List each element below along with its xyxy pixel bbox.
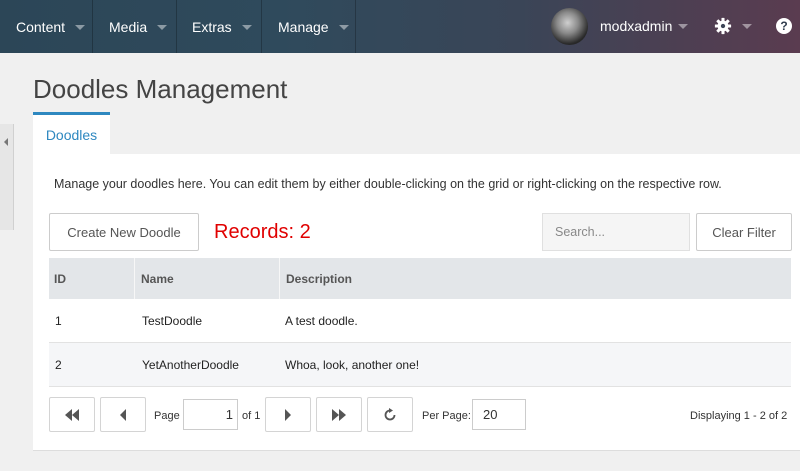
chevron-down-icon — [338, 25, 349, 30]
main-panel: Manage your doodles here. You can edit t… — [33, 154, 800, 451]
cell-name: TestDoodle — [142, 313, 203, 328]
nav-item-media[interactable]: Media — [93, 0, 177, 53]
chevron-down-icon — [157, 25, 168, 30]
displaying-summary: Displaying 1 - 2 of 2 — [690, 410, 788, 422]
prev-page-icon — [120, 408, 126, 421]
intro-text: Manage your doodles here. You can edit t… — [54, 177, 722, 191]
chevron-down-icon[interactable] — [678, 24, 688, 29]
page-label: Page — [154, 410, 180, 422]
tab-doodles[interactable]: Doodles — [33, 112, 110, 155]
page-total-label: of 1 — [242, 410, 261, 422]
per-page-label: Per Page: — [422, 410, 471, 422]
search-input[interactable] — [542, 213, 690, 251]
chevron-down-icon — [75, 25, 86, 30]
chevron-down-icon — [241, 25, 252, 30]
prev-page-button[interactable] — [100, 397, 146, 432]
last-page-icon — [332, 408, 346, 421]
nav-item-manage[interactable]: Manage — [262, 0, 356, 53]
column-header-description[interactable]: Description — [279, 258, 791, 299]
cell-id: 1 — [55, 313, 62, 328]
cell-description: A test doodle. — [285, 313, 358, 328]
last-page-button[interactable] — [316, 397, 362, 432]
cell-name: YetAnotherDoodle — [142, 357, 239, 372]
table-row[interactable]: 2 YetAnotherDoodle Whoa, look, another o… — [49, 343, 791, 387]
sidebar-collapse-handle[interactable] — [0, 124, 14, 230]
cell-description: Whoa, look, another one! — [285, 357, 420, 372]
grid-header: ID Name Description — [49, 258, 791, 299]
nav-item-label: Extras — [192, 18, 232, 35]
table-row[interactable]: 1 TestDoodle A test doodle. — [49, 299, 791, 343]
nav-item-extras[interactable]: Extras — [177, 0, 262, 53]
next-page-button[interactable] — [265, 397, 311, 432]
doodles-grid: ID Name Description 1 TestDoodle A test … — [49, 258, 791, 387]
clear-filter-button[interactable]: Clear Filter — [696, 213, 792, 251]
help-icon[interactable]: ? — [776, 18, 792, 34]
refresh-button[interactable] — [367, 397, 413, 432]
column-header-name[interactable]: Name — [134, 258, 279, 299]
refresh-icon — [384, 407, 396, 420]
per-page-input[interactable] — [472, 399, 526, 430]
column-header-id[interactable]: ID — [49, 258, 134, 299]
nav-item-content[interactable]: Content — [0, 0, 93, 53]
chevron-down-icon[interactable] — [742, 24, 752, 29]
page-number-input[interactable] — [183, 399, 238, 430]
username[interactable]: modxadmin — [600, 18, 672, 34]
create-doodle-button[interactable]: Create New Doodle — [49, 213, 199, 251]
top-nav-bar: Content Media Extras Manage modxadmin ? — [0, 0, 800, 53]
cell-id: 2 — [55, 357, 62, 372]
gear-icon[interactable] — [714, 17, 732, 35]
collapse-arrow-icon — [4, 138, 8, 146]
page-title: Doodles Management — [33, 74, 288, 104]
first-page-icon — [65, 408, 79, 421]
next-page-icon — [285, 408, 291, 421]
nav-item-label: Manage — [278, 18, 329, 35]
nav-item-label: Content — [16, 18, 66, 35]
avatar[interactable] — [551, 8, 588, 45]
nav-item-label: Media — [109, 18, 148, 35]
records-count: Records: 2 — [214, 221, 311, 243]
first-page-button[interactable] — [49, 397, 95, 432]
